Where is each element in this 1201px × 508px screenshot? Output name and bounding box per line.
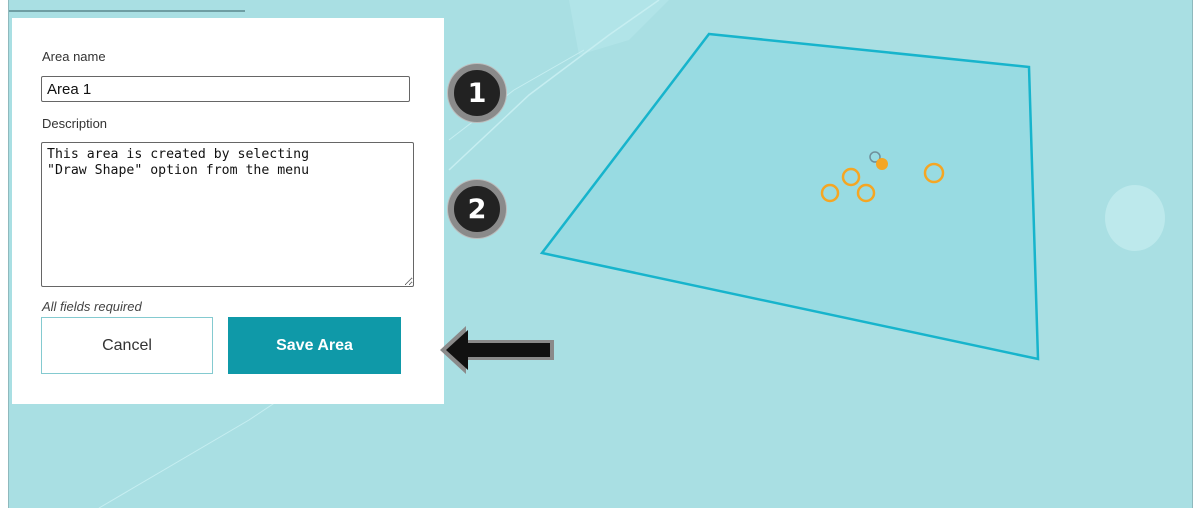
area-form-panel: Area name Description This area is creat… [12,18,444,404]
location-marker-filled[interactable] [876,158,888,170]
area-name-label: Area name [42,49,106,64]
description-textarea[interactable]: This area is created by selecting "Draw … [41,142,414,287]
area-name-input[interactable] [41,76,410,102]
map-tab-underline [9,0,245,12]
step-1-badge: 1 [448,64,506,122]
description-label: Description [42,116,108,131]
cancel-button[interactable]: Cancel [41,317,213,374]
map-background-shape [1105,185,1165,251]
left-arrow-icon [440,326,554,374]
area-polygon[interactable] [539,32,1040,361]
step-2-badge: 2 [448,180,506,238]
save-area-button[interactable]: Save Area [228,317,401,374]
required-note: All fields required [42,299,142,314]
